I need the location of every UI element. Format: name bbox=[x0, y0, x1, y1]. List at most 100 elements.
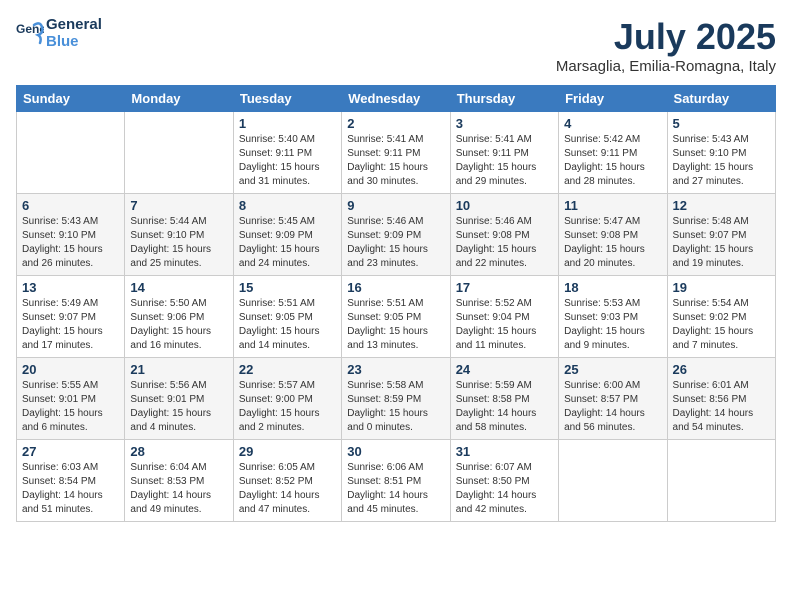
day-info: Sunrise: 5:50 AM Sunset: 9:06 PM Dayligh… bbox=[130, 297, 227, 353]
day-number: 6 bbox=[22, 198, 119, 213]
calendar-cell: 2 Sunrise: 5:41 AM Sunset: 9:11 PM Daylig… bbox=[342, 112, 450, 194]
day-number: 24 bbox=[456, 362, 553, 377]
weekday-header: Thursday bbox=[450, 86, 558, 112]
day-info: Sunrise: 6:00 AM Sunset: 8:57 PM Dayligh… bbox=[564, 379, 661, 435]
calendar-week-row: 27 Sunrise: 6:03 AM Sunset: 8:54 PM Dayli… bbox=[17, 440, 776, 522]
logo-text-line2: Blue bbox=[46, 33, 102, 50]
day-info: Sunrise: 5:44 AM Sunset: 9:10 PM Dayligh… bbox=[130, 215, 227, 271]
day-info: Sunrise: 5:56 AM Sunset: 9:01 PM Dayligh… bbox=[130, 379, 227, 435]
day-info: Sunrise: 6:03 AM Sunset: 8:54 PM Dayligh… bbox=[22, 461, 119, 517]
calendar-cell: 7 Sunrise: 5:44 AM Sunset: 9:10 PM Daylig… bbox=[125, 194, 233, 276]
weekday-row: SundayMondayTuesdayWednesdayThursdayFrid… bbox=[17, 86, 776, 112]
calendar-cell bbox=[17, 112, 125, 194]
title-block: July 2025 Marsaglia, Emilia-Romagna, Ita… bbox=[556, 16, 776, 75]
day-info: Sunrise: 6:07 AM Sunset: 8:50 PM Dayligh… bbox=[456, 461, 553, 517]
day-info: Sunrise: 5:40 AM Sunset: 9:11 PM Dayligh… bbox=[239, 133, 336, 189]
calendar-cell bbox=[667, 440, 775, 522]
calendar-cell: 15 Sunrise: 5:51 AM Sunset: 9:05 PM Dayli… bbox=[233, 276, 341, 358]
weekday-header: Saturday bbox=[667, 86, 775, 112]
day-number: 26 bbox=[673, 362, 770, 377]
day-number: 8 bbox=[239, 198, 336, 213]
day-number: 27 bbox=[22, 444, 119, 459]
calendar-cell: 11 Sunrise: 5:47 AM Sunset: 9:08 PM Dayli… bbox=[559, 194, 667, 276]
calendar-cell: 29 Sunrise: 6:05 AM Sunset: 8:52 PM Dayli… bbox=[233, 440, 341, 522]
day-info: Sunrise: 5:59 AM Sunset: 8:58 PM Dayligh… bbox=[456, 379, 553, 435]
day-number: 22 bbox=[239, 362, 336, 377]
day-number: 25 bbox=[564, 362, 661, 377]
calendar-cell: 6 Sunrise: 5:43 AM Sunset: 9:10 PM Daylig… bbox=[17, 194, 125, 276]
day-number: 16 bbox=[347, 280, 444, 295]
day-info: Sunrise: 5:41 AM Sunset: 9:11 PM Dayligh… bbox=[456, 133, 553, 189]
day-number: 15 bbox=[239, 280, 336, 295]
day-info: Sunrise: 5:53 AM Sunset: 9:03 PM Dayligh… bbox=[564, 297, 661, 353]
day-number: 7 bbox=[130, 198, 227, 213]
calendar-cell: 24 Sunrise: 5:59 AM Sunset: 8:58 PM Dayli… bbox=[450, 358, 558, 440]
day-info: Sunrise: 5:46 AM Sunset: 9:09 PM Dayligh… bbox=[347, 215, 444, 271]
calendar-cell: 28Sunrise: 6:04 AM Sunset: 8:53 PM Dayli… bbox=[125, 440, 233, 522]
day-info: Sunrise: 5:47 AM Sunset: 9:08 PM Dayligh… bbox=[564, 215, 661, 271]
page-header: General General Blue July 2025 Marsaglia… bbox=[16, 16, 776, 75]
calendar-week-row: 1 Sunrise: 5:40 AM Sunset: 9:11 PM Daylig… bbox=[17, 112, 776, 194]
calendar-cell: 12 Sunrise: 5:48 AM Sunset: 9:07 PM Dayli… bbox=[667, 194, 775, 276]
location-text: Marsaglia, Emilia-Romagna, Italy bbox=[556, 58, 776, 75]
calendar-table: SundayMondayTuesdayWednesdayThursdayFrid… bbox=[16, 85, 776, 522]
logo: General General Blue bbox=[16, 16, 102, 50]
day-info: Sunrise: 5:51 AM Sunset: 9:05 PM Dayligh… bbox=[239, 297, 336, 353]
calendar-week-row: 6 Sunrise: 5:43 AM Sunset: 9:10 PM Daylig… bbox=[17, 194, 776, 276]
calendar-cell: 23Sunrise: 5:58 AM Sunset: 8:59 PM Dayli… bbox=[342, 358, 450, 440]
calendar-cell bbox=[125, 112, 233, 194]
calendar-cell: 20 Sunrise: 5:55 AM Sunset: 9:01 PM Dayli… bbox=[17, 358, 125, 440]
day-info: Sunrise: 5:52 AM Sunset: 9:04 PM Dayligh… bbox=[456, 297, 553, 353]
day-number: 31 bbox=[456, 444, 553, 459]
day-number: 12 bbox=[673, 198, 770, 213]
calendar-body: 1 Sunrise: 5:40 AM Sunset: 9:11 PM Daylig… bbox=[17, 112, 776, 522]
calendar-cell: 25 Sunrise: 6:00 AM Sunset: 8:57 PM Dayli… bbox=[559, 358, 667, 440]
day-info: Sunrise: 5:41 AM Sunset: 9:11 PM Dayligh… bbox=[347, 133, 444, 189]
calendar-cell: 13Sunrise: 5:49 AM Sunset: 9:07 PM Dayli… bbox=[17, 276, 125, 358]
day-number: 30 bbox=[347, 444, 444, 459]
day-info: Sunrise: 5:55 AM Sunset: 9:01 PM Dayligh… bbox=[22, 379, 119, 435]
day-info: Sunrise: 6:05 AM Sunset: 8:52 PM Dayligh… bbox=[239, 461, 336, 517]
day-info: Sunrise: 5:57 AM Sunset: 9:00 PM Dayligh… bbox=[239, 379, 336, 435]
day-number: 28 bbox=[130, 444, 227, 459]
calendar-cell: 17 Sunrise: 5:52 AM Sunset: 9:04 PM Dayli… bbox=[450, 276, 558, 358]
day-info: Sunrise: 5:54 AM Sunset: 9:02 PM Dayligh… bbox=[673, 297, 770, 353]
weekday-header: Monday bbox=[125, 86, 233, 112]
calendar-cell: 21 Sunrise: 5:56 AM Sunset: 9:01 PM Dayli… bbox=[125, 358, 233, 440]
day-number: 2 bbox=[347, 116, 444, 131]
day-info: Sunrise: 5:45 AM Sunset: 9:09 PM Dayligh… bbox=[239, 215, 336, 271]
day-number: 20 bbox=[22, 362, 119, 377]
calendar-cell: 9Sunrise: 5:46 AM Sunset: 9:09 PM Daylig… bbox=[342, 194, 450, 276]
day-info: Sunrise: 6:06 AM Sunset: 8:51 PM Dayligh… bbox=[347, 461, 444, 517]
calendar-cell: 5Sunrise: 5:43 AM Sunset: 9:10 PM Daylig… bbox=[667, 112, 775, 194]
calendar-cell: 14Sunrise: 5:50 AM Sunset: 9:06 PM Dayli… bbox=[125, 276, 233, 358]
day-number: 3 bbox=[456, 116, 553, 131]
calendar-cell: 19 Sunrise: 5:54 AM Sunset: 9:02 PM Dayli… bbox=[667, 276, 775, 358]
day-number: 17 bbox=[456, 280, 553, 295]
calendar-cell: 27 Sunrise: 6:03 AM Sunset: 8:54 PM Dayli… bbox=[17, 440, 125, 522]
weekday-header: Friday bbox=[559, 86, 667, 112]
day-number: 10 bbox=[456, 198, 553, 213]
logo-text-line1: General bbox=[46, 16, 102, 33]
day-info: Sunrise: 5:42 AM Sunset: 9:11 PM Dayligh… bbox=[564, 133, 661, 189]
day-number: 29 bbox=[239, 444, 336, 459]
weekday-header: Wednesday bbox=[342, 86, 450, 112]
day-number: 21 bbox=[130, 362, 227, 377]
calendar-week-row: 13Sunrise: 5:49 AM Sunset: 9:07 PM Dayli… bbox=[17, 276, 776, 358]
day-info: Sunrise: 5:48 AM Sunset: 9:07 PM Dayligh… bbox=[673, 215, 770, 271]
calendar-cell: 31 Sunrise: 6:07 AM Sunset: 8:50 PM Dayli… bbox=[450, 440, 558, 522]
day-info: Sunrise: 5:46 AM Sunset: 9:08 PM Dayligh… bbox=[456, 215, 553, 271]
calendar-cell: 3 Sunrise: 5:41 AM Sunset: 9:11 PM Daylig… bbox=[450, 112, 558, 194]
day-number: 1 bbox=[239, 116, 336, 131]
day-number: 18 bbox=[564, 280, 661, 295]
calendar-header: SundayMondayTuesdayWednesdayThursdayFrid… bbox=[17, 86, 776, 112]
day-info: Sunrise: 5:49 AM Sunset: 9:07 PM Dayligh… bbox=[22, 297, 119, 353]
calendar-cell bbox=[559, 440, 667, 522]
day-number: 11 bbox=[564, 198, 661, 213]
day-number: 4 bbox=[564, 116, 661, 131]
calendar-cell: 18 Sunrise: 5:53 AM Sunset: 9:03 PM Dayli… bbox=[559, 276, 667, 358]
calendar-week-row: 20 Sunrise: 5:55 AM Sunset: 9:01 PM Dayli… bbox=[17, 358, 776, 440]
day-number: 19 bbox=[673, 280, 770, 295]
day-info: Sunrise: 5:43 AM Sunset: 9:10 PM Dayligh… bbox=[22, 215, 119, 271]
calendar-cell: 26Sunrise: 6:01 AM Sunset: 8:56 PM Dayli… bbox=[667, 358, 775, 440]
